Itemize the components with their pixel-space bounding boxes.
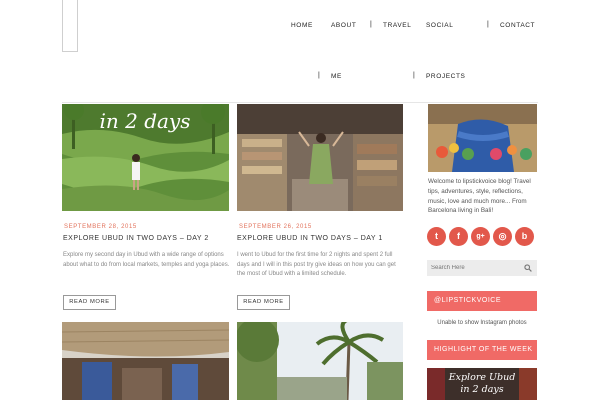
nav-about[interactable]: ABOUT — [331, 22, 356, 29]
search-icon[interactable] — [524, 264, 532, 272]
post-title[interactable]: EXPLORE UBUD IN TWO DAYS – DAY 2 — [63, 235, 209, 242]
instagram-widget-title[interactable]: @LIPSTICKVOICE — [427, 291, 537, 311]
post-excerpt: Explore my second day in Ubud with a wid… — [63, 252, 230, 268]
highlight-image[interactable]: Explore Ubud in 2 days — [427, 368, 537, 400]
post-image-thatched-hut[interactable] — [62, 322, 229, 400]
nav-separator: | — [487, 21, 489, 28]
post-date: SEPTEMBER 28, 2015 — [64, 224, 137, 230]
main-nav: HOME ABOUT | TRAVEL SOCIAL | CONTACT | M… — [0, 0, 600, 104]
nav-projects[interactable]: PROJECTS — [426, 73, 465, 80]
nav-about-me[interactable]: ME — [331, 73, 342, 80]
nav-home[interactable]: HOME — [291, 22, 313, 29]
nav-social[interactable]: SOCIAL — [426, 22, 453, 29]
twitter-icon[interactable]: t — [427, 227, 446, 246]
post-image-caption: in 2 days — [99, 109, 190, 133]
nav-separator: | — [370, 21, 372, 28]
search-box — [427, 260, 537, 276]
nav-separator: | — [318, 72, 320, 79]
nav-contact[interactable]: CONTACT — [500, 22, 535, 29]
post-image-palm-street[interactable] — [237, 322, 403, 400]
nav-travel[interactable]: TRAVEL — [383, 22, 411, 29]
post-image-rice-terraces[interactable]: in 2 days — [62, 104, 229, 211]
post-date: SEPTEMBER 26, 2015 — [239, 224, 312, 230]
read-more-button[interactable]: READ MORE — [63, 295, 116, 310]
highlight-widget-title: HIGHLIGHT OF THE WEEK — [427, 340, 537, 360]
instagram-error-note: Unable to show Instagram photos — [437, 320, 527, 326]
highlight-caption-line-1: Explore Ubud — [448, 372, 516, 383]
profile-photo — [428, 104, 537, 172]
instagram-icon[interactable]: ◎ — [493, 227, 512, 246]
bloglovin-icon[interactable]: b — [515, 227, 534, 246]
nav-separator: | — [413, 72, 415, 79]
facebook-icon[interactable]: f — [449, 227, 468, 246]
read-more-button[interactable]: READ MORE — [237, 295, 290, 310]
post-title[interactable]: EXPLORE UBUD IN TWO DAYS – DAY 1 — [237, 235, 383, 242]
welcome-text: Welcome to lipstickvoice blog! Travel ti… — [428, 178, 531, 215]
highlight-caption-line-2: in 2 days — [460, 384, 503, 395]
post-image-market[interactable] — [237, 104, 403, 211]
google-plus-icon[interactable]: g+ — [471, 227, 490, 246]
post-excerpt: I went to Ubud for the first time for 2 … — [237, 252, 396, 277]
search-input[interactable] — [431, 263, 521, 273]
header-divider — [62, 102, 538, 103]
